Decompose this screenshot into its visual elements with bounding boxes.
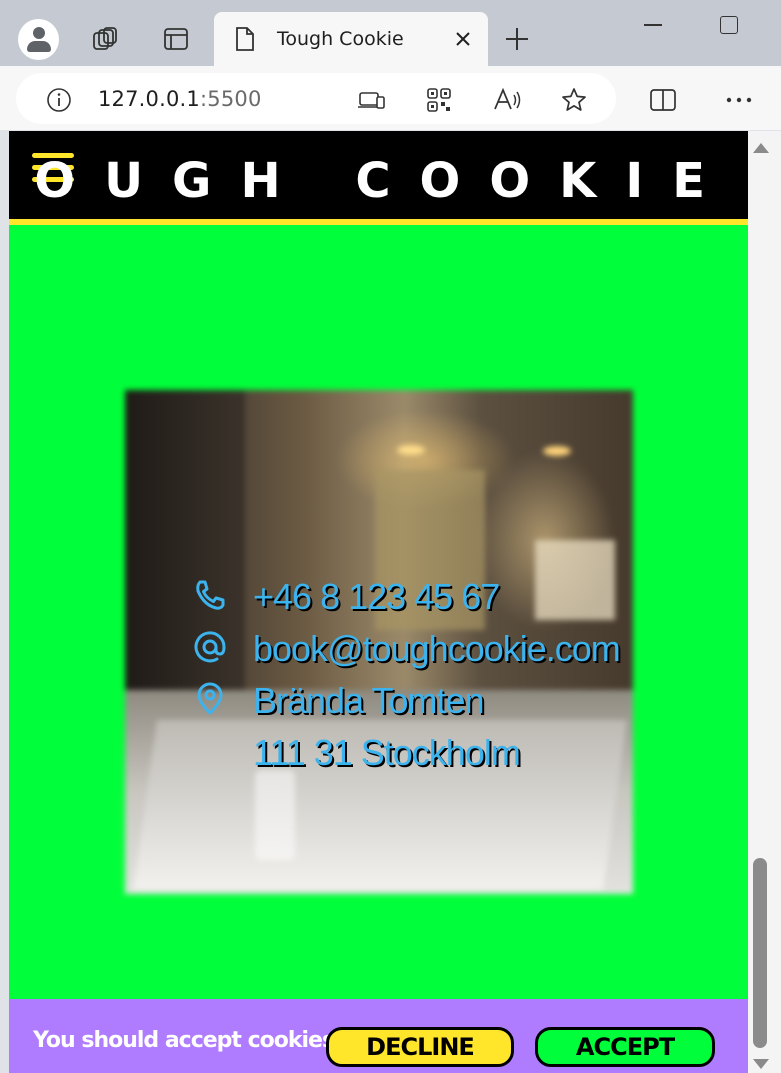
scroll-up-arrow-icon[interactable] — [753, 143, 769, 153]
read-aloud-icon[interactable] — [492, 85, 522, 115]
email-link[interactable]: book@toughcookie.com — [253, 628, 621, 670]
minimize-icon[interactable] — [644, 24, 662, 26]
browser-toolbar: 127.0.0.1:5500 — [0, 66, 781, 130]
close-icon[interactable] — [452, 28, 474, 50]
page-icon — [234, 26, 256, 57]
page-viewport: TOUGH COOKIE +46 8 123 45 67 book@toughc… — [9, 131, 748, 1073]
more-icon[interactable] — [724, 85, 754, 115]
phone-link[interactable]: +46 8 123 45 67 — [253, 576, 500, 618]
phone-icon — [193, 578, 227, 612]
page-scrollbar[interactable] — [748, 131, 781, 1073]
site-header: TOUGH COOKIE — [9, 131, 748, 225]
at-sign-icon — [193, 630, 227, 664]
site-logo-text[interactable]: TOUGH COOKIE — [9, 153, 734, 209]
decline-cookies-button[interactable]: DECLINE — [326, 1027, 514, 1067]
address-line-2: 111 31 Stockholm — [253, 732, 521, 773]
qr-code-icon[interactable] — [424, 85, 454, 115]
address-line-1: Brända Tomten — [253, 680, 484, 721]
cookie-message: You should accept cookies. — [33, 1028, 342, 1053]
url-host: 127.0.0.1 — [98, 87, 200, 111]
favorite-star-icon[interactable] — [559, 85, 589, 115]
tab-actions-icon[interactable] — [161, 24, 191, 54]
url-port: :5500 — [200, 87, 262, 111]
url-text[interactable]: 127.0.0.1:5500 — [98, 87, 262, 111]
cookie-consent-bar: You should accept cookies. DECLINE ACCEP… — [9, 999, 748, 1073]
address-bar[interactable]: 127.0.0.1:5500 — [16, 73, 616, 124]
workspaces-icon[interactable] — [90, 24, 120, 54]
site-info-icon[interactable] — [44, 85, 74, 115]
browser-tab-strip: Tough Cookie — [0, 0, 781, 66]
accept-cookies-button[interactable]: ACCEPT — [535, 1027, 715, 1067]
new-tab-icon[interactable] — [502, 24, 532, 54]
tab-tough-cookie[interactable]: Tough Cookie — [214, 12, 488, 66]
location-pin-icon — [193, 682, 227, 716]
scroll-down-arrow-icon[interactable] — [753, 1059, 769, 1069]
split-screen-icon[interactable] — [648, 85, 678, 115]
maximize-icon[interactable] — [720, 16, 738, 34]
tab-title: Tough Cookie — [277, 28, 404, 50]
profile-icon[interactable] — [18, 19, 59, 60]
scrollbar-thumb[interactable] — [753, 858, 767, 1048]
app-available-icon[interactable] — [357, 85, 387, 115]
